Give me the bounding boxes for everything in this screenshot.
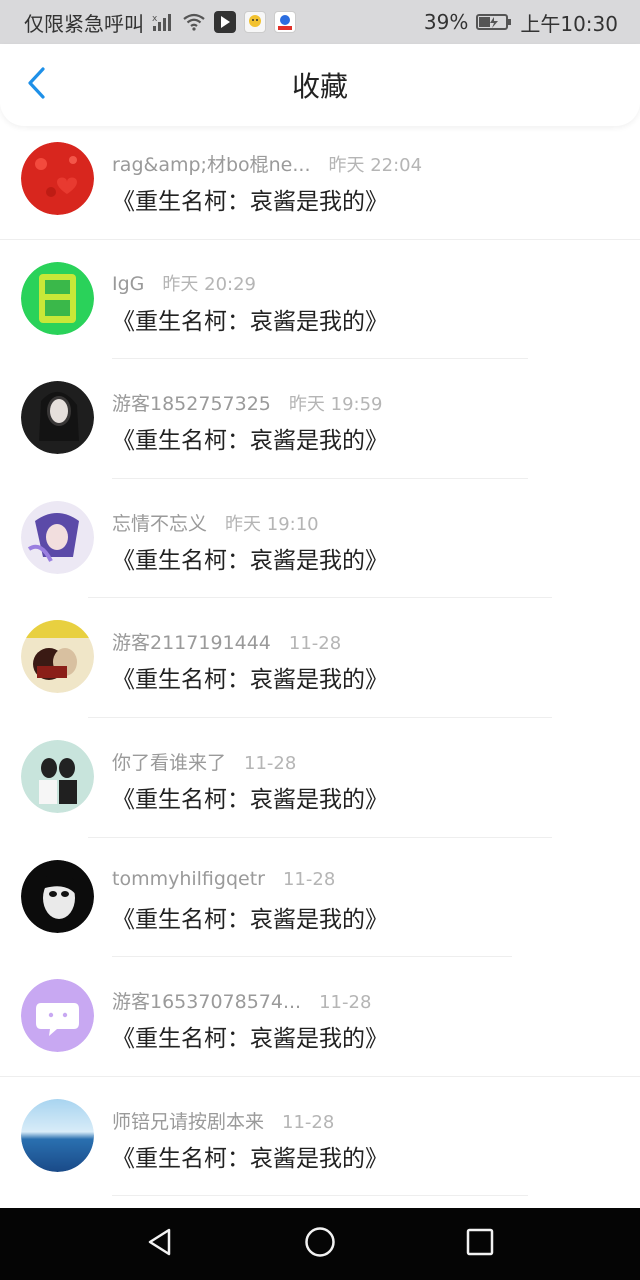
- carrier-text: 仅限紧急呼叫: [24, 11, 144, 36]
- item-meta: 你了看谁来了 11-28: [112, 748, 296, 775]
- avatar: [21, 500, 94, 574]
- circle-home-icon: [304, 1226, 336, 1262]
- item-time: 昨天 22:04: [328, 155, 423, 176]
- item-username: 游客16537078574...: [112, 991, 302, 1014]
- item-time: 昨天 20:29: [162, 273, 256, 295]
- list-item[interactable]: IgG 昨天 20:29 《重生名柯：哀酱是我的》: [0, 240, 640, 360]
- item-title: 《重生名柯：哀酱是我的》: [112, 1145, 388, 1172]
- item-username: rag&amp;材bo棍ne...: [112, 154, 311, 176]
- item-meta: 游客2117191444 11-28: [112, 628, 341, 655]
- nav-recents-button[interactable]: [450, 1214, 510, 1274]
- item-time: 11-28: [282, 1111, 335, 1133]
- signal-icon: x: [152, 12, 174, 32]
- item-username: 师锫兄请按剧本来: [112, 1110, 265, 1133]
- item-meta: 师锫兄请按剧本来 11-28: [112, 1107, 334, 1134]
- item-title: 《重生名柯：哀酱是我的》: [112, 428, 388, 455]
- svg-text:x: x: [152, 14, 158, 24]
- list-item[interactable]: 忘情不忘义 昨天 19:10 《重生名柯：哀酱是我的》: [0, 479, 640, 599]
- list-item[interactable]: rag&amp;材bo棍ne... 昨天 22:04 《重生名柯：哀酱是我的》: [0, 120, 640, 240]
- list-item[interactable]: 你了看谁来了 11-28 《重生名柯：哀酱是我的》: [0, 718, 640, 838]
- page-header: 收藏: [0, 44, 640, 126]
- item-username: 游客1852757325: [112, 393, 271, 416]
- item-meta: 游客1852757325 昨天 19:59: [112, 389, 383, 416]
- list-item[interactable]: 游客1852757325 昨天 19:59 《重生名柯：哀酱是我的》: [0, 359, 640, 479]
- item-username: tommyhilfigqetr: [112, 867, 265, 890]
- item-title: 《重生名柯：哀酱是我的》: [112, 786, 388, 813]
- item-meta: rag&amp;材bo棍ne... 昨天 22:04: [112, 150, 422, 177]
- app-icon-video: [214, 11, 236, 33]
- item-title: 《重生名柯：哀酱是我的》: [112, 308, 388, 335]
- item-title: 《重生名柯：哀酱是我的》: [112, 547, 388, 574]
- avatar: [21, 1098, 94, 1172]
- avatar: [21, 620, 94, 694]
- list-item[interactable]: 游客16537078574... 11-28 《重生名柯：哀酱是我的》: [0, 957, 640, 1077]
- item-time: 11-28: [288, 633, 342, 655]
- item-time: 11-28: [244, 752, 297, 774]
- item-meta: tommyhilfigqetr 11-28: [112, 868, 335, 890]
- item-title: 《重生名柯：哀酱是我的》: [112, 906, 388, 933]
- wifi-icon: [182, 13, 206, 31]
- app-icon-baidu: [274, 11, 296, 33]
- status-bar: 仅限紧急呼叫 x 39% 上午10:30: [0, 0, 640, 44]
- status-left: 仅限紧急呼叫 x: [24, 8, 296, 37]
- divider: [112, 1195, 528, 1197]
- item-username: 你了看谁来了: [112, 751, 227, 774]
- item-username: 游客2117191444: [112, 632, 271, 655]
- triangle-back-icon: [145, 1227, 175, 1261]
- nav-back-button[interactable]: [130, 1214, 190, 1274]
- item-title: 《重生名柯：哀酱是我的》: [112, 1026, 388, 1053]
- item-time: 昨天 19:59: [288, 394, 383, 416]
- avatar: [21, 381, 94, 455]
- list-item[interactable]: 师锫兄请按剧本来 11-28 《重生名柯：哀酱是我的》: [0, 1077, 640, 1197]
- avatar: [21, 261, 94, 335]
- item-meta: 忘情不忘义 昨天 19:10: [112, 509, 319, 536]
- favorites-list: rag&amp;材bo棍ne... 昨天 22:04 《重生名柯：哀酱是我的》 …: [0, 120, 640, 1197]
- status-right: 39% 上午10:30: [424, 8, 618, 37]
- square-recents-icon: [465, 1227, 495, 1261]
- item-time: 11-28: [282, 868, 336, 890]
- item-title: 《重生名柯：哀酱是我的》: [112, 667, 388, 694]
- page-title: 收藏: [291, 70, 348, 103]
- item-time: 昨天 19:10: [225, 513, 319, 535]
- clock-text: 上午10:30: [520, 11, 618, 36]
- item-meta: 游客16537078574... 11-28: [112, 987, 371, 1014]
- list-item[interactable]: tommyhilfigqetr 11-28 《重生名柯：哀酱是我的》: [0, 838, 640, 958]
- item-title: 《重生名柯：哀酱是我的》: [112, 189, 388, 215]
- list-item[interactable]: 游客2117191444 11-28 《重生名柯：哀酱是我的》: [0, 598, 640, 718]
- chevron-left-icon: [25, 66, 47, 104]
- avatar: [21, 739, 94, 813]
- battery-percent: 39%: [423, 10, 469, 34]
- app-icon-qq: [244, 11, 266, 33]
- system-nav-bar: [0, 1208, 640, 1280]
- item-username: IgG: [112, 272, 145, 295]
- back-button[interactable]: [14, 62, 58, 108]
- avatar: [21, 142, 94, 215]
- item-meta: IgG 昨天 20:29: [112, 270, 256, 296]
- battery-icon: [476, 13, 512, 31]
- item-username: 忘情不忘义: [112, 512, 208, 535]
- nav-home-button[interactable]: [290, 1214, 350, 1274]
- avatar: [21, 859, 94, 933]
- item-time: 11-28: [319, 992, 372, 1014]
- avatar: [21, 979, 94, 1053]
